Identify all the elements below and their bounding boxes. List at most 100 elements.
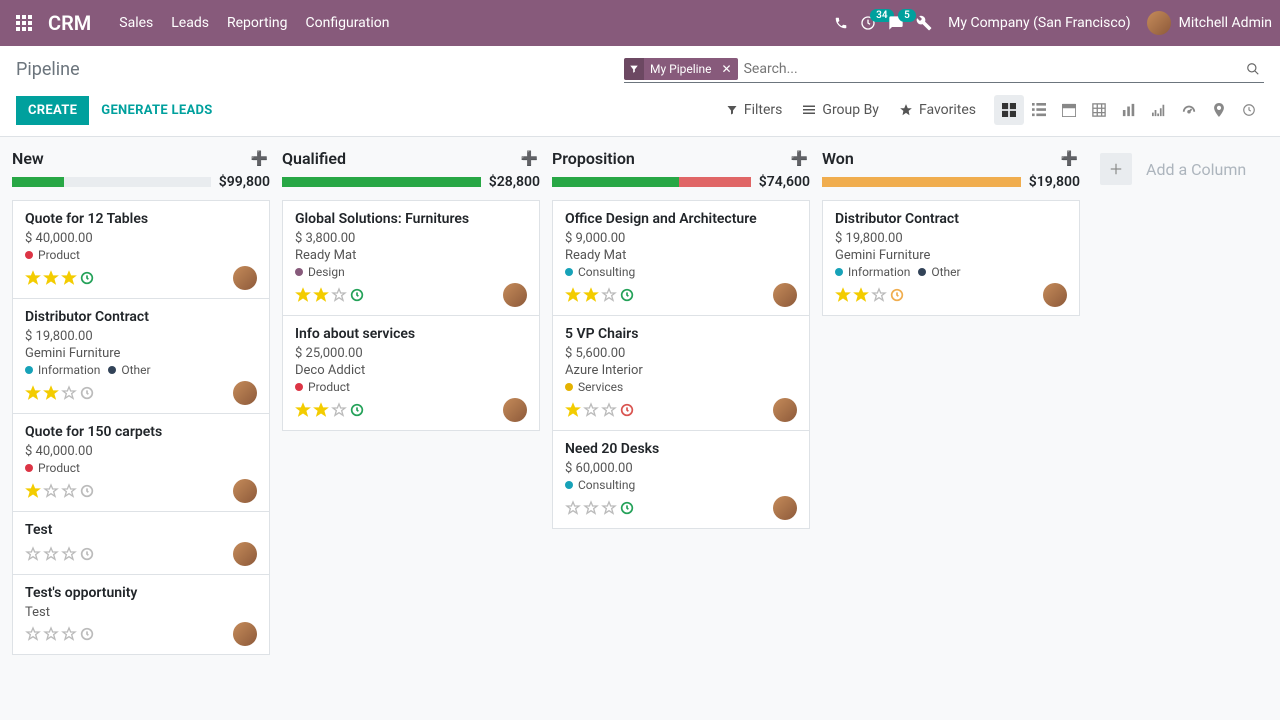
view-cohort[interactable] — [1144, 95, 1174, 125]
star-icon[interactable] — [601, 287, 617, 303]
priority-stars[interactable] — [25, 385, 95, 401]
quick-create-icon[interactable]: ➕ — [521, 151, 538, 167]
create-button[interactable]: CREATE — [16, 96, 89, 125]
column-progress-bar[interactable] — [552, 177, 751, 187]
activity-clock-icon[interactable] — [889, 287, 905, 303]
star-icon[interactable] — [601, 402, 617, 418]
star-icon[interactable] — [25, 483, 41, 499]
view-dashboard[interactable] — [1174, 95, 1204, 125]
search-icon[interactable] — [1242, 62, 1264, 76]
column-progress-bar[interactable] — [282, 177, 481, 187]
assignee-avatar-icon[interactable] — [503, 283, 527, 307]
priority-stars[interactable] — [295, 402, 365, 418]
star-icon[interactable] — [295, 287, 311, 303]
column-progress-bar[interactable] — [822, 177, 1021, 187]
star-icon[interactable] — [25, 626, 41, 642]
star-icon[interactable] — [61, 546, 77, 562]
star-icon[interactable] — [331, 402, 347, 418]
facet-remove[interactable]: ✕ — [716, 62, 738, 76]
activity-clock-icon[interactable] — [349, 287, 365, 303]
star-icon[interactable] — [565, 500, 581, 516]
company-switcher[interactable]: My Company (San Francisco) — [948, 15, 1130, 31]
kanban-card[interactable]: Global Solutions: Furnitures $ 3,800.00R… — [283, 201, 539, 316]
star-icon[interactable] — [835, 287, 851, 303]
star-icon[interactable] — [853, 287, 869, 303]
activity-clock-icon[interactable] — [619, 500, 635, 516]
menu-leads[interactable]: Leads — [171, 15, 209, 31]
star-icon[interactable] — [25, 385, 41, 401]
filters-dropdown[interactable]: Filters — [726, 102, 783, 118]
view-list[interactable] — [1024, 95, 1054, 125]
priority-stars[interactable] — [835, 287, 905, 303]
star-icon[interactable] — [583, 287, 599, 303]
kanban-card[interactable]: Test's opportunity Test — [13, 575, 269, 654]
star-icon[interactable] — [61, 483, 77, 499]
messaging-icon[interactable]: 5 — [888, 15, 904, 31]
quick-create-icon[interactable]: ➕ — [791, 151, 808, 167]
plus-icon[interactable] — [1100, 153, 1132, 185]
star-icon[interactable] — [583, 402, 599, 418]
star-icon[interactable] — [61, 385, 77, 401]
column-title[interactable]: Proposition — [552, 149, 635, 168]
star-icon[interactable] — [565, 402, 581, 418]
priority-stars[interactable] — [565, 500, 635, 516]
star-icon[interactable] — [43, 385, 59, 401]
priority-stars[interactable] — [25, 483, 95, 499]
kanban-card[interactable]: Office Design and Architecture $ 9,000.0… — [553, 201, 809, 316]
column-title[interactable]: Qualified — [282, 149, 346, 168]
activity-clock-icon[interactable] — [349, 402, 365, 418]
view-graph[interactable] — [1114, 95, 1144, 125]
groupby-dropdown[interactable]: Group By — [802, 102, 879, 118]
star-icon[interactable] — [43, 270, 59, 286]
assignee-avatar-icon[interactable] — [773, 496, 797, 520]
view-kanban[interactable] — [994, 95, 1024, 125]
activity-clock-icon[interactable] — [79, 626, 95, 642]
star-icon[interactable] — [25, 270, 41, 286]
priority-stars[interactable] — [25, 626, 95, 642]
app-brand[interactable]: CRM — [48, 11, 91, 35]
star-icon[interactable] — [331, 287, 347, 303]
activity-clock-icon[interactable] — [79, 546, 95, 562]
star-icon[interactable] — [25, 546, 41, 562]
star-icon[interactable] — [295, 402, 311, 418]
activity-clock-icon[interactable] — [619, 402, 635, 418]
priority-stars[interactable] — [295, 287, 365, 303]
assignee-avatar-icon[interactable] — [773, 398, 797, 422]
view-calendar[interactable] — [1054, 95, 1084, 125]
assignee-avatar-icon[interactable] — [233, 479, 257, 503]
search-input[interactable] — [738, 59, 1242, 79]
assignee-avatar-icon[interactable] — [1043, 283, 1067, 307]
view-pivot[interactable] — [1084, 95, 1114, 125]
star-icon[interactable] — [43, 546, 59, 562]
apps-launcher[interactable] — [12, 11, 36, 35]
kanban-card[interactable]: Distributor Contract $ 19,800.00Gemini F… — [823, 201, 1079, 315]
assignee-avatar-icon[interactable] — [233, 542, 257, 566]
activities-icon[interactable]: 34 — [860, 15, 876, 31]
activity-clock-icon[interactable] — [79, 270, 95, 286]
assignee-avatar-icon[interactable] — [233, 266, 257, 290]
favorites-dropdown[interactable]: Favorites — [899, 102, 976, 118]
column-title[interactable]: New — [12, 149, 44, 168]
star-icon[interactable] — [313, 402, 329, 418]
star-icon[interactable] — [61, 270, 77, 286]
quick-create-icon[interactable]: ➕ — [251, 151, 268, 167]
star-icon[interactable] — [583, 500, 599, 516]
assignee-avatar-icon[interactable] — [503, 398, 527, 422]
phone-icon[interactable] — [834, 16, 848, 30]
view-map[interactable] — [1204, 95, 1234, 125]
star-icon[interactable] — [601, 500, 617, 516]
quick-create-icon[interactable]: ➕ — [1061, 151, 1078, 167]
star-icon[interactable] — [871, 287, 887, 303]
generate-leads-button[interactable]: GENERATE LEADS — [89, 96, 224, 125]
kanban-card[interactable]: 5 VP Chairs $ 5,600.00Azure InteriorServ… — [553, 316, 809, 431]
kanban-card[interactable]: Test — [13, 512, 269, 575]
activity-clock-icon[interactable] — [79, 385, 95, 401]
kanban-card[interactable]: Info about services $ 25,000.00Deco Addi… — [283, 316, 539, 430]
star-icon[interactable] — [313, 287, 329, 303]
add-column[interactable]: Add a Column — [1092, 149, 1254, 189]
kanban-card[interactable]: Distributor Contract $ 19,800.00Gemini F… — [13, 299, 269, 414]
kanban-card[interactable]: Quote for 150 carpets $ 40,000.00Product — [13, 414, 269, 512]
column-title[interactable]: Won — [822, 149, 854, 168]
priority-stars[interactable] — [565, 287, 635, 303]
activity-clock-icon[interactable] — [619, 287, 635, 303]
